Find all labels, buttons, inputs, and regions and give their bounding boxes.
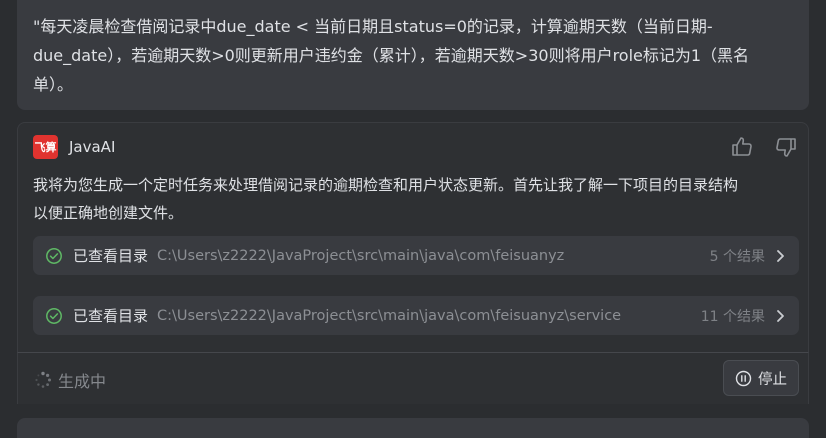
stop-icon	[735, 370, 752, 386]
tool-call-result-count: 11 个结果	[700, 308, 765, 325]
thumbs-down-button[interactable]	[774, 135, 798, 159]
chevron-right-icon	[777, 309, 784, 322]
user-message-line-2: due_date），若逾期天数>0则更新用户违约金（累计），若逾期天数>30则将…	[33, 46, 750, 65]
stop-label: 停止	[758, 371, 787, 388]
assistant-message-line-1: 我将为您生成一个定时任务来处理借阅记录的逾期检查和用户状态更新。首先让我了解一下…	[33, 176, 739, 194]
tool-call-card[interactable]: 已查看目录 C:\Users\z2222\JavaProject\src\mai…	[33, 296, 799, 335]
tool-call-label: 已查看目录	[73, 247, 149, 265]
tool-call-label: 已查看目录	[73, 307, 149, 325]
generating-indicator: 生成中	[34, 368, 106, 392]
chevron-right-icon	[777, 249, 784, 262]
generating-label: 生成中	[58, 372, 107, 391]
tool-call-result-count: 5 个结果	[709, 248, 765, 265]
feisuan-logo-icon: 飞算	[33, 135, 58, 159]
user-message-line-1: "每天凌晨检查借阅记录中due_date < 当前日期且status=0的记录，…	[33, 17, 713, 36]
thumbs-down-icon	[776, 138, 796, 157]
thumbs-up-icon	[732, 137, 752, 156]
spinner-icon	[35, 371, 51, 388]
check-circle-icon	[46, 307, 62, 324]
input-area-edge	[17, 418, 809, 438]
assistant-header: 飞算 JavaAI	[33, 135, 115, 159]
assistant-name: JavaAI	[69, 138, 116, 156]
user-message: "每天凌晨检查借阅记录中due_date < 当前日期且status=0的记录，…	[17, 0, 809, 110]
thumbs-up-button[interactable]	[730, 135, 754, 159]
tool-call-path: C:\Users\z2222\JavaProject\src\main\java…	[157, 247, 565, 264]
tool-call-card[interactable]: 已查看目录 C:\Users\z2222\JavaProject\src\mai…	[33, 236, 799, 275]
check-circle-icon	[46, 247, 62, 264]
user-message-line-3: 单）。	[33, 75, 74, 94]
assistant-message-line-2: 以便正确地创建文件。	[33, 204, 184, 222]
generation-status-bar: 生成中 停止	[17, 352, 809, 404]
assistant-message-text: 我将为您生成一个定时任务来处理借阅记录的逾期检查和用户状态更新。首先让我了解一下…	[33, 171, 793, 227]
tool-call-path: C:\Users\z2222\JavaProject\src\main\java…	[157, 307, 622, 324]
assistant-message-panel: 飞算 JavaAI 我将为您生成一个定时任务来处理借阅记录的逾期检查和用户状态更…	[17, 122, 809, 352]
stop-button[interactable]: 停止	[723, 360, 799, 396]
